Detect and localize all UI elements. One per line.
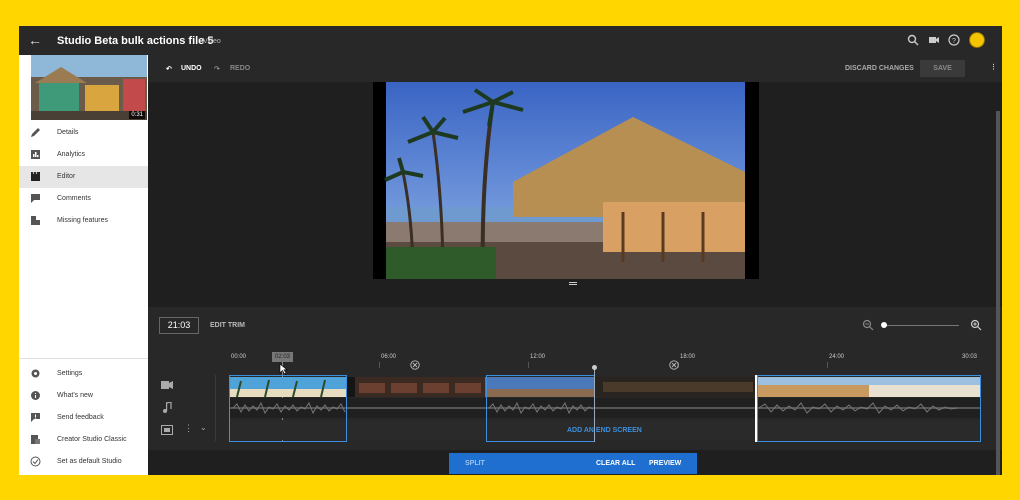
back-arrow-icon[interactable]: ← [28,33,42,47]
save-button[interactable]: SAVE [920,60,965,77]
svg-text:?: ? [952,38,956,45]
split-marker[interactable] [594,367,595,442]
selected-segment[interactable] [486,375,595,442]
gear-icon [31,369,40,378]
selected-segment[interactable] [229,375,347,442]
time-tick: 12:00 [530,354,546,360]
split-marker-handle[interactable] [592,365,597,370]
sidebar-item-missing-features[interactable]: Missing features [19,210,148,232]
current-time-display[interactable]: 21:03 [159,317,199,334]
time-tick: 18:00 [680,354,696,360]
sidebar-item-label: Details [57,129,79,136]
sidebar-item-label: Set as default Studio [57,458,122,465]
info-icon [31,391,40,400]
preview-resize-handle[interactable] [569,282,577,285]
tick-mark [827,362,828,368]
missing-icon [31,216,40,225]
sidebar-item-label: Analytics [57,151,86,158]
sidebar-item-send-feedback[interactable]: Send feedback [19,407,148,429]
selected-segment[interactable] [757,375,981,442]
sidebar-item-label: Editor [57,173,76,180]
undo-button[interactable]: UNDO [181,65,202,72]
editor-toolbar: ↶ UNDO ↷ REDO DISCARD CHANGES SAVE ⋮ [148,55,1002,82]
audio-track-icon [163,402,172,413]
redo-icon[interactable]: ↷ [214,65,220,73]
preview-button[interactable]: PREVIEW [649,460,681,467]
time-tick: 06:00 [381,354,397,360]
studio-window: ← Studio Beta bulk actions file 5 Video … [19,26,1002,475]
remove-cut-icon[interactable] [410,360,420,370]
sidebar-item-label: What's new [57,392,93,399]
sidebar-item-creator-studio-classic[interactable]: Creator Studio Classic [19,429,148,451]
time-tick: 30:03 [962,354,978,360]
pencil-icon [31,128,40,137]
sidebar-item-label: Creator Studio Classic [57,436,127,443]
thumbnail-duration: 0:31 [129,111,145,119]
top-bar: ← Studio Beta bulk actions file 5 Video … [19,26,1002,55]
comment-icon [31,194,40,203]
check-circle-icon [30,456,41,467]
feedback-icon [31,413,40,422]
sidebar-item-label: Missing features [57,217,108,224]
edit-trim-button[interactable]: EDIT TRIM [210,322,245,329]
track-icons: ⋮ ⌄ [148,375,216,441]
end-screen-track-icon [161,425,173,435]
analytics-icon [31,150,40,159]
sidebar-item-comments[interactable]: Comments [19,188,148,210]
sidebar-divider [19,358,148,359]
playhead-time-label: 02:03 [272,352,293,362]
sidebar-item-set-default[interactable]: Set as default Studio [19,451,148,473]
video-frame-image [384,82,745,280]
sidebar-item-label: Comments [57,195,91,202]
account-avatar[interactable] [969,32,985,48]
sidebar-item-label: Settings [57,370,83,377]
create-video-icon[interactable] [928,34,940,46]
trim-boundary[interactable] [755,375,757,442]
zoom-slider[interactable] [883,325,959,326]
video-thumbnail[interactable]: 0:31 [31,55,147,120]
chevron-down-icon[interactable]: ⌄ [200,423,207,432]
sidebar-item-label: Send feedback [57,414,104,421]
preview-area [148,82,1002,307]
sidebar-item-settings[interactable]: Settings [19,363,148,385]
redo-button[interactable]: REDO [230,65,250,72]
video-title: Studio Beta bulk actions file 5 [57,35,214,47]
zoom-out-icon[interactable] [862,319,874,331]
zoom-in-icon[interactable] [970,319,982,331]
scrollbar[interactable] [996,111,1000,475]
help-icon[interactable]: ? [948,34,960,46]
sidebar-item-analytics[interactable]: Analytics [19,144,148,166]
zoom-slider-handle[interactable] [881,322,887,328]
sidebar-item-whats-new[interactable]: What's new [19,385,148,407]
video-type-label: Video [203,38,221,45]
more-vert-icon[interactable]: ⋮ [990,63,997,71]
sidebar-item-editor[interactable]: Editor [19,166,148,188]
video-track-icon [161,381,173,389]
sidebar: 0:31 Details Analytics Editor Comments M… [19,55,148,475]
time-tick: 00:00 [231,354,247,360]
remove-cut-icon[interactable] [669,360,679,370]
clear-all-button[interactable]: CLEAR ALL [596,460,635,467]
editor-main: ↶ UNDO ↷ REDO DISCARD CHANGES SAVE ⋮ 21:… [148,55,1002,475]
more-vert-icon[interactable]: ⋮ [184,423,193,434]
time-tick: 24:00 [829,354,845,360]
classic-icon [31,435,40,444]
mouse-cursor-icon [279,363,288,375]
search-icon[interactable] [907,34,919,46]
video-player[interactable] [373,82,759,280]
clapper-icon [31,171,40,181]
tick-mark [379,362,380,368]
discard-changes-button[interactable]: DISCARD CHANGES [845,65,914,72]
action-bar: SPLIT CLEAR ALL PREVIEW [449,453,697,474]
sidebar-item-details[interactable]: Details [19,122,148,144]
undo-icon[interactable]: ↶ [166,65,172,73]
tick-mark [528,362,529,368]
edit-bar: 21:03 EDIT TRIM [148,307,1002,345]
timeline[interactable]: ⋮ ⌄ 00:00 06:00 12:00 18:00 24:00 30:03 … [148,345,1002,450]
split-button[interactable]: SPLIT [465,460,485,467]
